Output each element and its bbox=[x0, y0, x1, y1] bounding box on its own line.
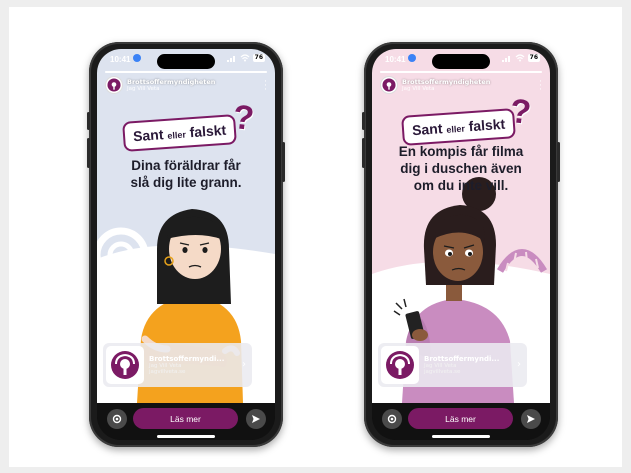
card-url: jagvillveta.se bbox=[149, 369, 186, 375]
dynamic-island bbox=[157, 54, 215, 69]
brand-logo-icon bbox=[381, 346, 419, 384]
story-bottom-bar: Läs mer bbox=[97, 403, 275, 440]
link-card[interactable]: Brottsoffermyndi... Jag Vill Veta jagvil… bbox=[103, 343, 252, 387]
more-icon[interactable]: · · · bbox=[539, 78, 542, 95]
story-content[interactable]: Sant eller falskt ? Dina föräldrar får s… bbox=[97, 49, 275, 403]
badge-word-or: eller bbox=[167, 129, 187, 141]
phone-side-button bbox=[557, 142, 560, 182]
headline-line: slå dig lite grann. bbox=[130, 175, 242, 190]
status-time: 10:41 bbox=[385, 55, 406, 64]
avatar bbox=[380, 76, 398, 94]
badge-word-false: falskt bbox=[468, 115, 506, 135]
story-progress bbox=[380, 71, 542, 73]
more-icon[interactable]: · · · bbox=[264, 78, 267, 95]
story-progress-fill bbox=[105, 71, 267, 73]
read-more-button[interactable]: Läs mer bbox=[133, 408, 238, 429]
brand-logo-icon bbox=[106, 346, 144, 384]
account-header[interactable]: Brottsoffermyndigheten Jag Vill Veta bbox=[380, 76, 490, 94]
story-content[interactable]: Sant eller falskt ? En kompis får filma … bbox=[372, 49, 550, 403]
chevron-right-icon: › bbox=[517, 359, 521, 370]
link-card[interactable]: Brottsoffermyndi... Jag Vill Veta jagvil… bbox=[378, 343, 527, 387]
battery-icon: 76 bbox=[252, 54, 265, 62]
signal-icon bbox=[226, 55, 235, 62]
headline-line: dig i duschen även bbox=[400, 161, 522, 176]
badge-word-false: falskt bbox=[189, 121, 227, 141]
location-icon bbox=[133, 54, 141, 62]
phone-screen: Sant eller falskt ? Dina föräldrar får s… bbox=[97, 49, 275, 440]
story-headline: Dina föräldrar får slå dig lite grann. bbox=[97, 157, 275, 191]
account-header[interactable]: Brottsoffermyndigheten Jag Vill Veta bbox=[105, 76, 215, 94]
badge-word-true: Sant bbox=[132, 126, 164, 145]
story-progress bbox=[105, 71, 267, 73]
account-subtitle: Jag Vill Veta bbox=[402, 86, 435, 92]
battery-icon: 76 bbox=[527, 54, 540, 62]
account-name: Brottsoffermyndigheten bbox=[402, 78, 491, 86]
camera-icon[interactable] bbox=[382, 409, 402, 429]
phone-left: Sant eller falskt ? Dina föräldrar får s… bbox=[87, 42, 285, 447]
home-indicator[interactable] bbox=[157, 435, 215, 438]
wifi-icon bbox=[240, 54, 250, 62]
story-bottom-bar: Läs mer bbox=[372, 403, 550, 440]
account-name: Brottsoffermyndigheten bbox=[127, 78, 216, 86]
phone-side-button bbox=[87, 112, 90, 130]
headline-line: En kompis får filma bbox=[398, 144, 524, 159]
account-subtitle: Jag Vill Veta bbox=[127, 86, 160, 92]
badge-word-true: Sant bbox=[411, 120, 443, 139]
phone-side-button bbox=[282, 142, 285, 182]
card-title: Brottsoffermyndi... bbox=[149, 355, 225, 363]
avatar bbox=[105, 76, 123, 94]
card-url: jagvillveta.se bbox=[424, 369, 461, 375]
headline-line: Dina föräldrar får bbox=[131, 158, 241, 173]
headline-line: om du inte vill. bbox=[413, 178, 509, 193]
story-progress-fill bbox=[380, 71, 542, 73]
phone-side-button bbox=[362, 112, 365, 130]
card-title: Brottsoffermyndi... bbox=[424, 355, 500, 363]
phone-screen: Sant eller falskt ? En kompis får filma … bbox=[372, 49, 550, 440]
signal-icon bbox=[501, 55, 510, 62]
send-icon[interactable] bbox=[246, 409, 266, 429]
status-time: 10:41 bbox=[110, 55, 131, 64]
chevron-right-icon: › bbox=[242, 359, 246, 370]
question-mark-icon: ? bbox=[231, 98, 256, 138]
phone-right: Sant eller falskt ? En kompis får filma … bbox=[362, 42, 560, 447]
location-icon bbox=[408, 54, 416, 62]
mute-icon[interactable] bbox=[532, 371, 542, 381]
home-indicator[interactable] bbox=[432, 435, 490, 438]
phone-side-button bbox=[87, 138, 90, 168]
send-icon[interactable] bbox=[521, 409, 541, 429]
mute-icon[interactable] bbox=[257, 371, 267, 381]
badge-word-or: eller bbox=[446, 123, 466, 135]
dynamic-island bbox=[432, 54, 490, 69]
read-more-button[interactable]: Läs mer bbox=[408, 408, 513, 429]
camera-icon[interactable] bbox=[107, 409, 127, 429]
phone-side-button bbox=[362, 138, 365, 168]
story-headline: En kompis får filma dig i duschen även o… bbox=[372, 143, 550, 194]
question-mark-icon: ? bbox=[508, 92, 533, 132]
wifi-icon bbox=[515, 54, 525, 62]
